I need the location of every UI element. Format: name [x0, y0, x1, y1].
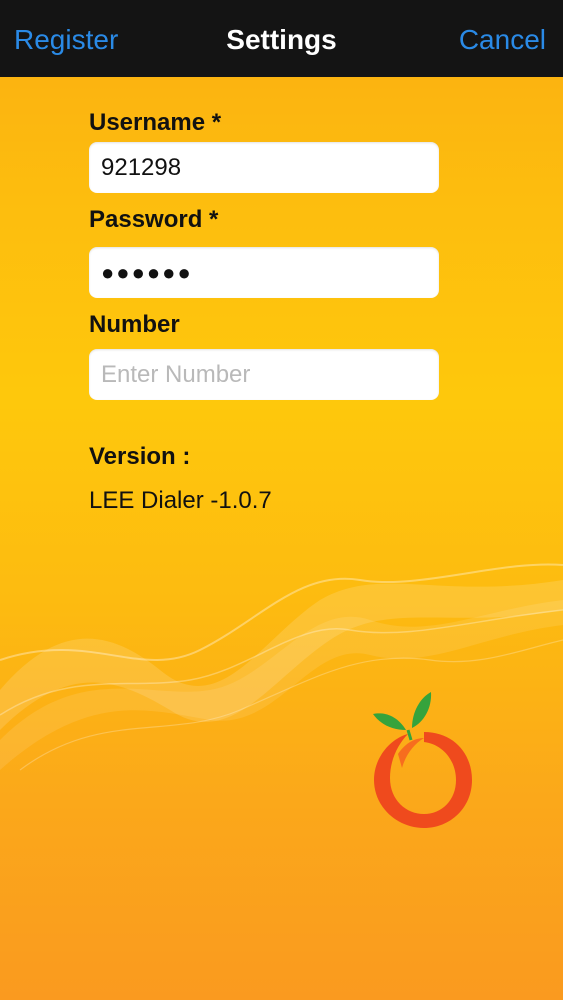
version-value: LEE Dialer -1.0.7	[89, 487, 272, 514]
password-field[interactable]	[89, 247, 439, 298]
number-label: Number	[89, 311, 180, 338]
navigation-bar: Register Settings Cancel	[0, 0, 563, 77]
username-field[interactable]	[89, 142, 439, 193]
settings-screen: Register Settings Cancel Username * Pass…	[0, 0, 563, 1000]
cancel-button[interactable]: Cancel	[459, 0, 546, 77]
password-label: Password *	[89, 206, 219, 233]
orange-fruit-logo-icon	[373, 692, 472, 828]
number-field[interactable]	[89, 349, 439, 400]
register-button[interactable]: Register	[14, 0, 118, 77]
decorative-waves	[0, 563, 563, 771]
version-label: Version :	[89, 443, 191, 470]
username-label: Username *	[89, 109, 222, 136]
